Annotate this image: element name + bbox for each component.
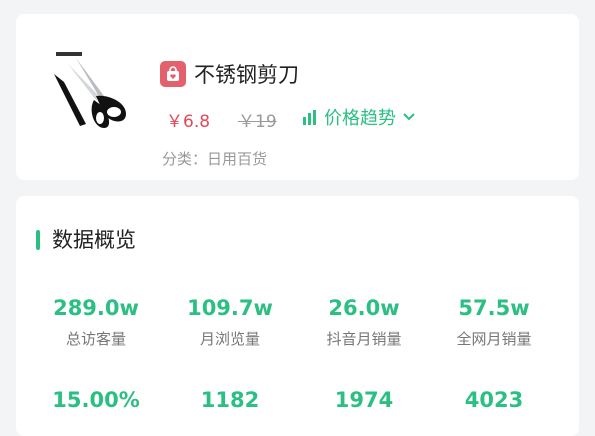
- stat-row2-4: 4023: [434, 388, 554, 412]
- stat-row2-3: 1974: [304, 388, 424, 412]
- stat-value: 15.00%: [52, 388, 140, 412]
- product-thumbnail[interactable]: [46, 48, 146, 132]
- stat-value: 1974: [334, 388, 394, 412]
- stat-value: 4023: [464, 388, 524, 412]
- product-category: 分类：日用百货: [162, 150, 268, 168]
- stat-network-monthly-sales: 57.5w 全网月销量: [434, 296, 554, 349]
- stat-value: 289.0w: [53, 296, 139, 320]
- bar-chart-icon: [303, 110, 316, 125]
- section-accent-bar: [36, 230, 40, 250]
- chevron-down-icon: [403, 113, 415, 121]
- product-name: 不锈钢剪刀: [194, 63, 299, 87]
- product-card: 不锈钢剪刀 ￥6.8 ￥19 价格趋势 分类：日用百货: [16, 14, 579, 180]
- stat-row2-2: 1182: [170, 388, 290, 412]
- stat-monthly-views: 109.7w 月浏览量: [170, 296, 290, 349]
- stat-douyin-monthly-sales: 26.0w 抖音月销量: [304, 296, 424, 349]
- stat-label: 月浏览量: [199, 330, 260, 348]
- stat-row2-1: 15.00%: [36, 388, 156, 412]
- price-trend-label: 价格趋势: [324, 108, 396, 129]
- stat-total-visitors: 289.0w 总访客量: [36, 296, 156, 349]
- stat-label: 全网月销量: [456, 330, 532, 348]
- shopping-bag-icon: [160, 61, 186, 87]
- section-title: 数据概览: [52, 228, 136, 252]
- stat-label: 抖音月销量: [326, 330, 402, 348]
- stat-value: 26.0w: [328, 296, 400, 320]
- stat-label: 总访客量: [65, 330, 126, 348]
- original-price: ￥19: [238, 112, 277, 132]
- stat-value: 109.7w: [187, 296, 273, 320]
- data-overview-card: 数据概览 289.0w 总访客量 109.7w 月浏览量 26.0w 抖音月销量…: [16, 196, 579, 436]
- stat-value: 1182: [200, 388, 260, 412]
- current-price: ￥6.8: [166, 112, 211, 132]
- stat-value: 57.5w: [458, 296, 530, 320]
- price-trend-button[interactable]: 价格趋势: [302, 104, 416, 130]
